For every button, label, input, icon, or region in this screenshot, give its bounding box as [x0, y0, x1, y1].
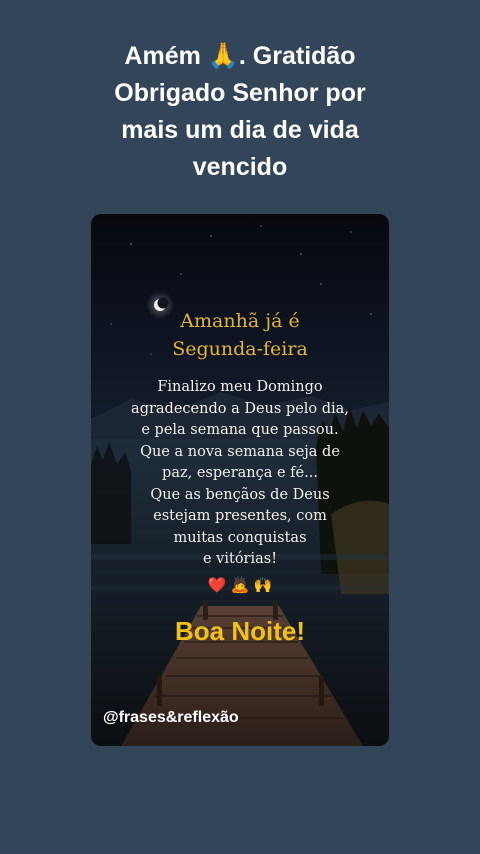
card-heading-line-2: Segunda-feira [172, 338, 308, 360]
message-line: e vitórias! [202, 551, 278, 567]
card-message: Finalizo meu Domingo agradecendo a Deus … [101, 377, 379, 571]
caption-line-1: Amém 🙏. Gratidão [124, 42, 356, 70]
message-line: Que as bençãos de Deus [150, 486, 330, 503]
good-night-text: Boa Noite! [175, 616, 305, 646]
message-line: e pela semana que passou. [141, 422, 339, 438]
message-line: Finalizo meu Domingo [157, 379, 323, 395]
image-card[interactable]: Amanhã já é Segunda-feira Finalizo meu D… [91, 214, 389, 746]
heart-icon: ❤️ [207, 577, 227, 594]
post-caption: Amém 🙏. Gratidão Obrigado Senhor por mai… [40, 38, 440, 186]
caption-line-4: vencido [192, 153, 288, 181]
message-line: paz, esperança e fé... [162, 465, 318, 481]
message-line: estejam presentes, com [153, 508, 327, 524]
bowing-person-icon: 🙇 [230, 577, 250, 594]
emoji-row: ❤️ 🙇 🙌 [91, 576, 389, 596]
message-line: agradecendo a Deus pelo dia, [131, 400, 349, 417]
card-heading-line-1: Amanhã já é [180, 310, 300, 332]
caption-line-2: Obrigado Senhor por [114, 79, 366, 107]
message-line: Que a nova semana seja de [140, 443, 340, 460]
watermark: @frases&reflexão [103, 709, 239, 726]
raised-hands-icon: 🙌 [253, 577, 273, 594]
caption-line-3: mais um dia de vida [121, 116, 359, 144]
message-line: muitas conquistas [173, 529, 307, 546]
